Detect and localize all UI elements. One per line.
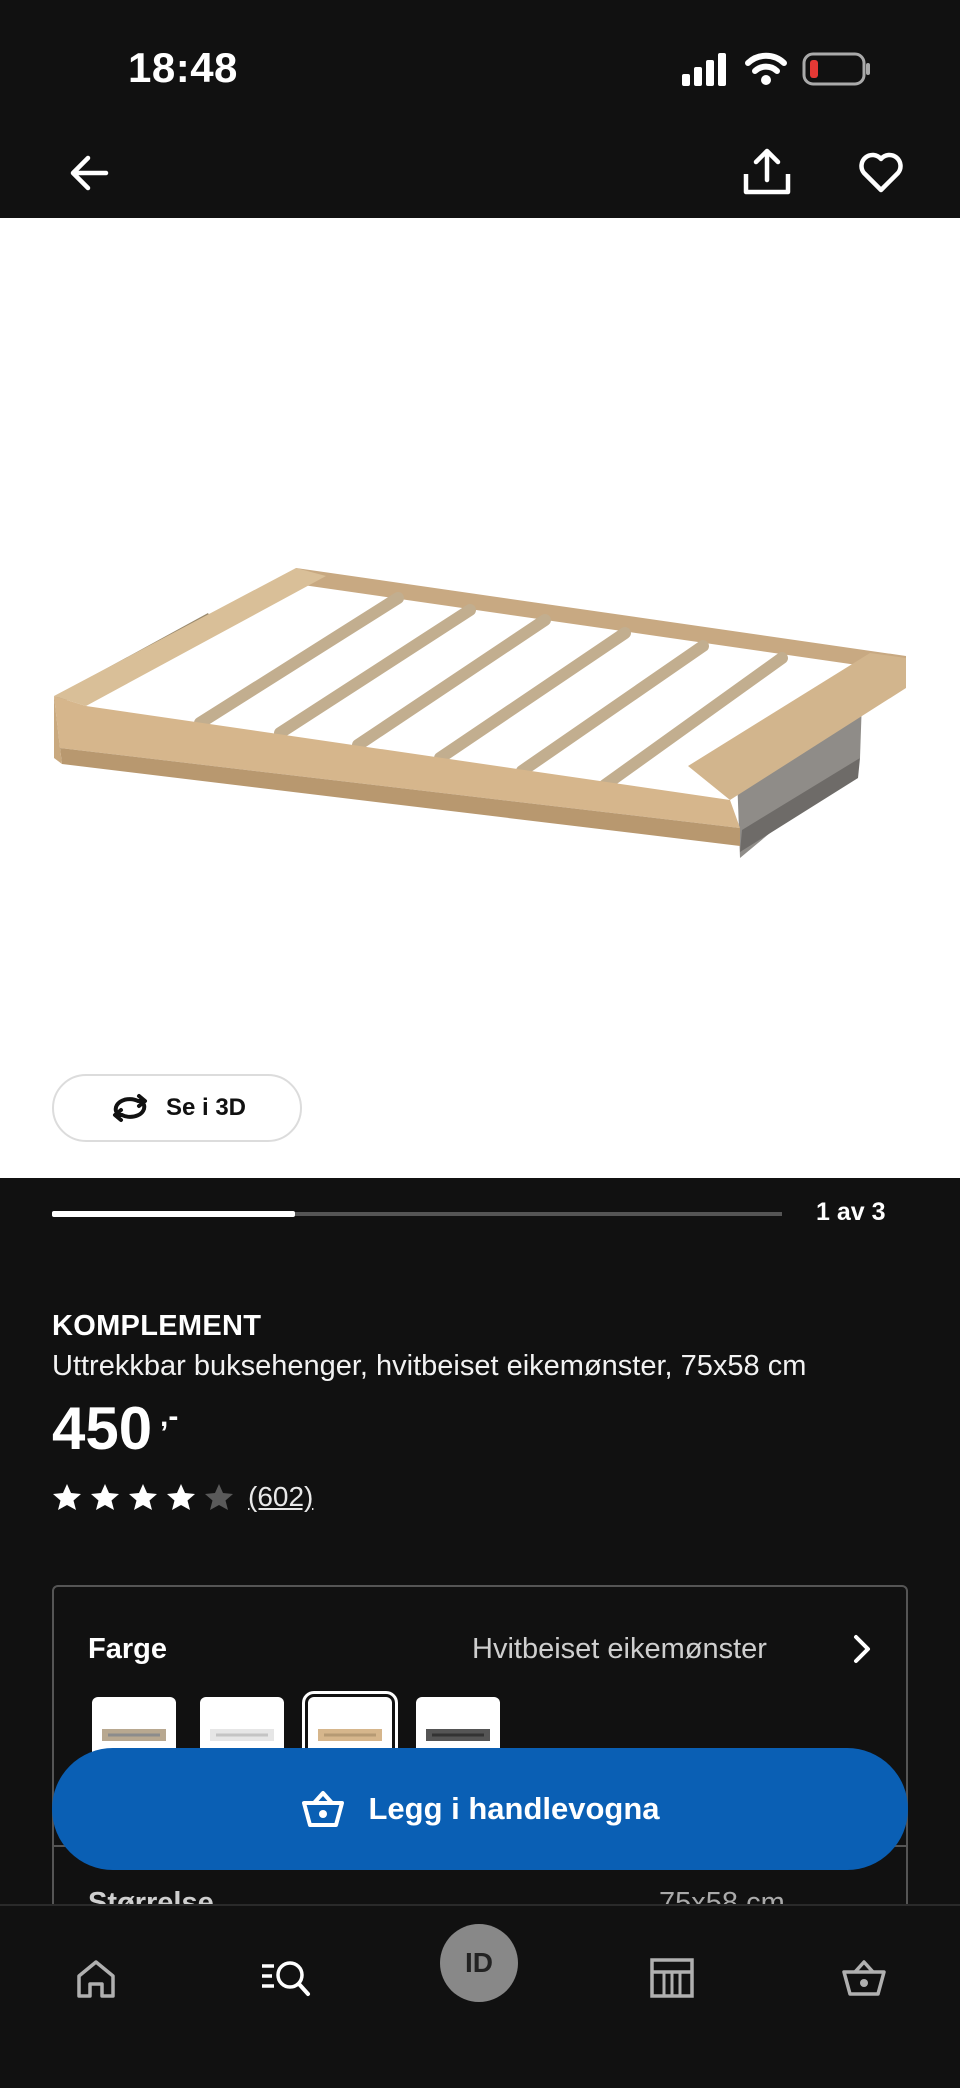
status-time: 18:48 bbox=[128, 44, 238, 91]
nav-home[interactable] bbox=[56, 1938, 136, 2018]
app-bar bbox=[0, 140, 960, 218]
cellular-signal-icon bbox=[682, 53, 726, 86]
add-to-cart-button[interactable]: Legg i handlevogna bbox=[52, 1748, 908, 1870]
nav-ikea-family-id[interactable]: ID bbox=[440, 1924, 518, 2002]
star-filled-icon bbox=[91, 1484, 119, 1510]
id-label: ID bbox=[465, 1947, 493, 1978]
cart-basket-icon bbox=[842, 1960, 886, 1996]
product-name: KOMPLEMENT bbox=[52, 1310, 262, 1342]
product-description: Uttrekkbar buksehenger, hvitbeiset eikem… bbox=[52, 1350, 807, 1382]
star-filled-icon bbox=[167, 1484, 195, 1510]
shopping-basket-icon bbox=[302, 1791, 345, 1827]
color-option-label: Farge bbox=[88, 1633, 167, 1665]
pull-out-trouser-hanger-image bbox=[54, 568, 906, 858]
rotate-3d-icon bbox=[112, 1094, 147, 1122]
product-image[interactable] bbox=[0, 218, 960, 1178]
carousel-progress-fill bbox=[52, 1211, 295, 1217]
price-suffix: ,- bbox=[160, 1400, 179, 1433]
nav-search[interactable] bbox=[246, 1938, 326, 2018]
home-icon bbox=[77, 1960, 115, 1998]
bottom-navigation: ID bbox=[0, 1904, 960, 2088]
store-icon bbox=[650, 1958, 694, 1998]
product-price: 450 bbox=[52, 1395, 153, 1462]
star-filled-icon bbox=[129, 1484, 157, 1510]
view-in-3d-label: Se i 3D bbox=[165, 1094, 247, 1121]
nav-stores[interactable] bbox=[632, 1938, 712, 2018]
wifi-icon bbox=[745, 52, 787, 85]
add-to-cart-label: Legg i handlevogna bbox=[368, 1791, 660, 1826]
view-in-3d-button[interactable]: Se i 3D bbox=[52, 1074, 302, 1142]
rating-count-link[interactable]: (602) bbox=[248, 1481, 313, 1513]
star-empty-icon bbox=[205, 1484, 233, 1510]
carousel-page-indicator: 1 av 3 bbox=[816, 1198, 886, 1226]
nav-cart[interactable] bbox=[824, 1938, 904, 2018]
color-option-value[interactable]: Hvitbeiset eikemønster bbox=[472, 1633, 767, 1666]
heart-favorite-icon[interactable] bbox=[858, 150, 904, 194]
chevron-right-icon[interactable] bbox=[850, 1631, 874, 1667]
search-icon bbox=[262, 1961, 310, 1996]
star-filled-icon bbox=[53, 1484, 81, 1510]
status-bar: 18:48 bbox=[0, 0, 960, 140]
rating-stars[interactable] bbox=[52, 1482, 234, 1512]
back-arrow-icon[interactable] bbox=[66, 150, 112, 196]
battery-icon bbox=[802, 52, 870, 86]
share-icon[interactable] bbox=[742, 146, 792, 198]
